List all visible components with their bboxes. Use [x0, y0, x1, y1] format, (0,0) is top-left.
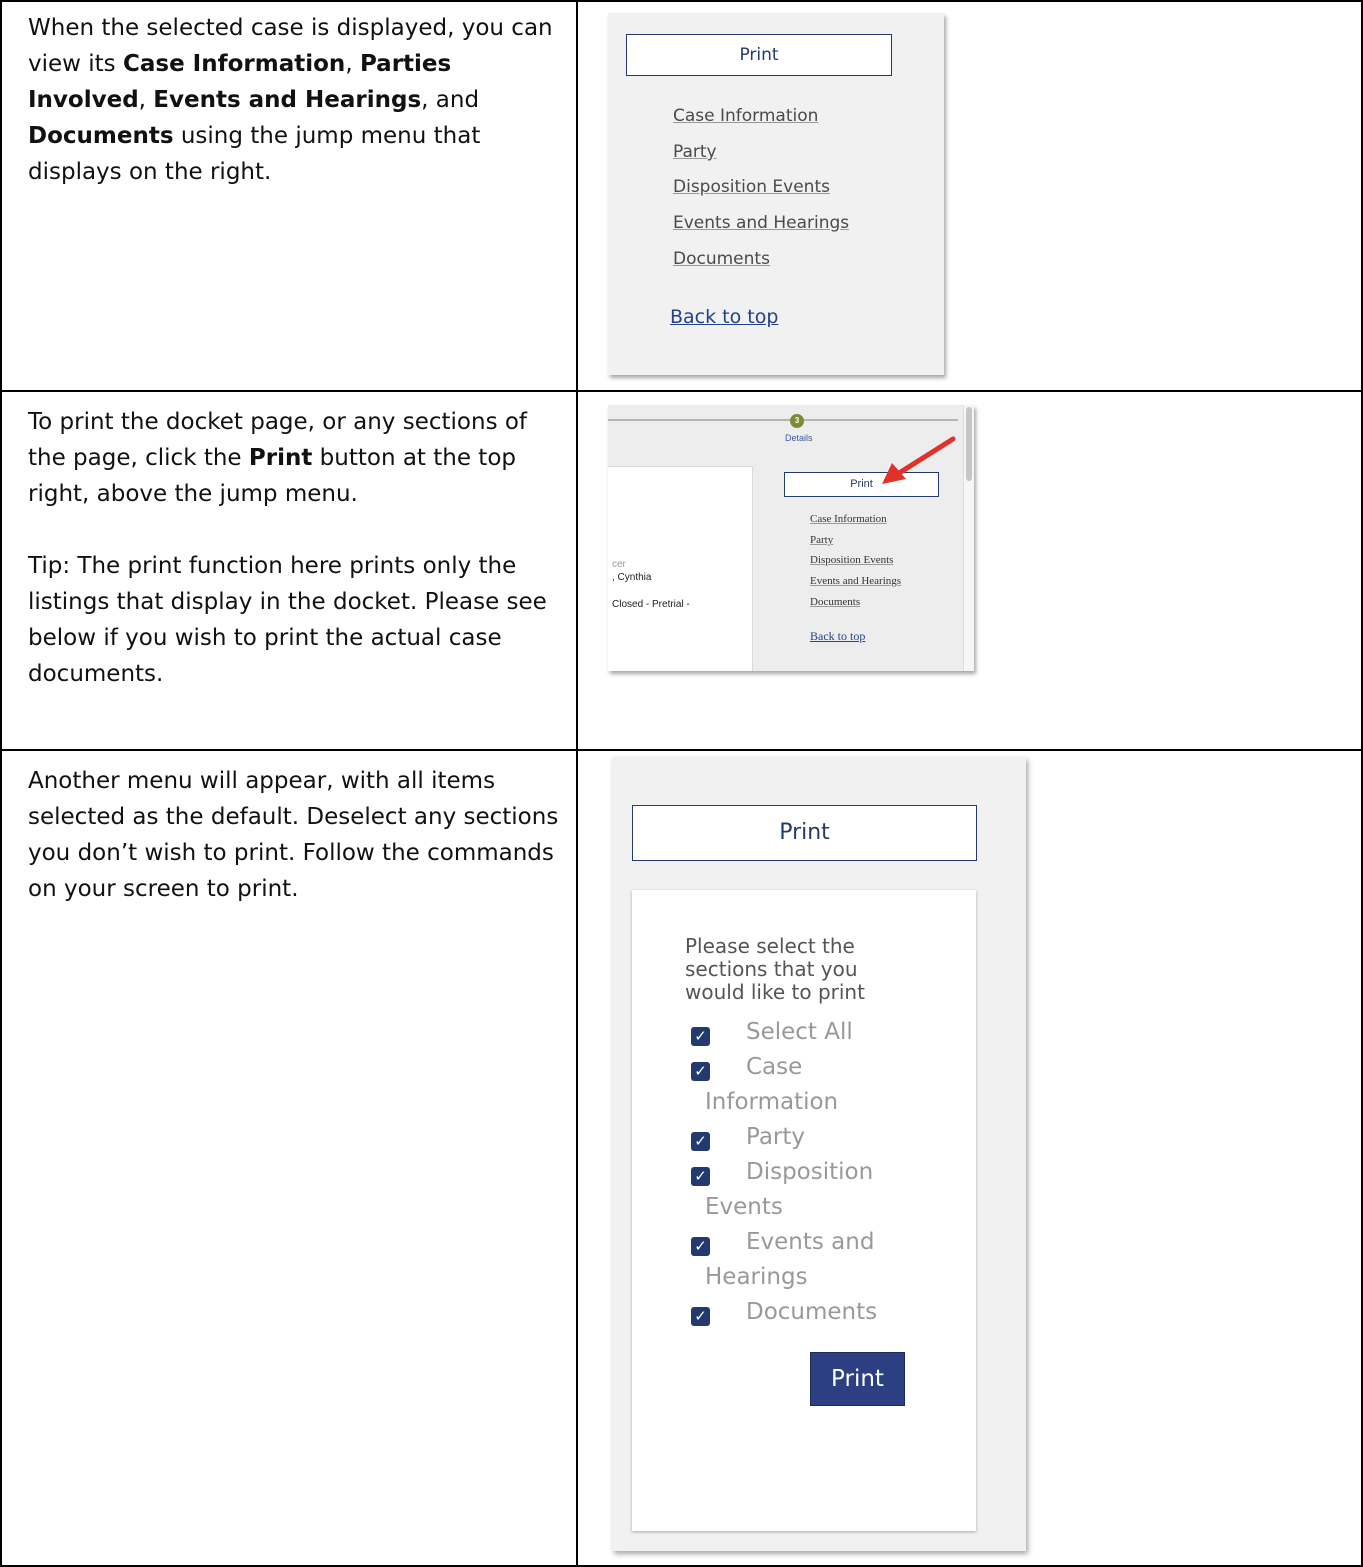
jump-link-party[interactable]: Party — [810, 534, 833, 546]
bold-term: Documents — [28, 123, 174, 149]
checkbox-checked-icon[interactable]: ✓ — [691, 1167, 710, 1186]
option-documents[interactable]: ✓ Documents — [685, 1295, 877, 1330]
jump-link-disposition-events[interactable]: Disposition Events — [673, 177, 830, 197]
red-arrow-icon — [882, 436, 956, 484]
print-button[interactable]: Print — [626, 34, 892, 76]
bold-term: Print — [248, 445, 313, 471]
option-wrap: Information — [705, 1089, 839, 1115]
jump-link-party[interactable]: Party — [673, 142, 717, 162]
row1-instruction: When the selected case is displayed, you… — [28, 15, 553, 185]
print-button-screenshot: 3 Details cer , Cynthia Closed - Pretria… — [608, 405, 974, 671]
case-card-partial: cer , Cynthia Closed - Pretrial - — [608, 466, 753, 671]
partial-text: cer — [612, 559, 626, 570]
step-label: Details — [785, 433, 813, 443]
jump-link-disposition-events[interactable]: Disposition Events — [810, 554, 893, 566]
option-events-hearings[interactable]: ✓ Events and — [685, 1225, 874, 1260]
jump-link-documents[interactable]: Documents — [673, 249, 770, 269]
scrollbar-thumb[interactable] — [966, 407, 972, 481]
step-indicator: 3 — [790, 414, 804, 428]
jump-link-documents[interactable]: Documents — [810, 596, 860, 608]
jump-menu-screenshot: Print Case Information Party Disposition… — [608, 13, 944, 375]
table-border-left — [0, 0, 2, 1567]
table-border-top — [0, 0, 1363, 2]
row2-instruction: To print the docket page, or any section… — [28, 404, 568, 692]
tip-text: Tip: The print function here prints only… — [28, 553, 547, 687]
print-button[interactable]: Print — [632, 805, 977, 861]
table-row-divider — [0, 749, 1363, 751]
checkbox-checked-icon[interactable]: ✓ — [691, 1237, 710, 1256]
bold-term: Case Information — [122, 51, 346, 77]
row3-instruction: Another menu will appear, with all items… — [28, 768, 559, 902]
checkbox-checked-icon[interactable]: ✓ — [691, 1027, 710, 1046]
jump-link-events-hearings[interactable]: Events and Hearings — [810, 575, 901, 587]
table-row-divider — [0, 390, 1363, 392]
print-submit-button[interactable]: Print — [810, 1352, 905, 1406]
checkbox-checked-icon[interactable]: ✓ — [691, 1307, 710, 1326]
checkbox-checked-icon[interactable]: ✓ — [691, 1062, 710, 1081]
partial-text: , Cynthia — [612, 572, 652, 583]
option-case-information[interactable]: ✓ Case — [685, 1050, 802, 1085]
option-wrap: Events — [705, 1194, 783, 1220]
option-select-all[interactable]: ✓ Select All — [685, 1015, 853, 1050]
jump-link-case-information[interactable]: Case Information — [673, 106, 818, 126]
option-wrap: Hearings — [705, 1264, 808, 1290]
print-options-screenshot: Print Please select the sections that yo… — [612, 757, 1026, 1551]
scrollbar[interactable] — [963, 405, 974, 671]
table-column-divider — [576, 0, 578, 1567]
print-prompt: Please select the sections that you woul… — [685, 934, 865, 1004]
jump-link-case-information[interactable]: Case Information — [810, 513, 887, 525]
bold-term: Events and Hearings — [153, 87, 422, 113]
checkbox-checked-icon[interactable]: ✓ — [691, 1132, 710, 1151]
back-to-top-link[interactable]: Back to top — [670, 306, 778, 328]
progress-track — [608, 419, 958, 421]
partial-text: Closed - Pretrial - — [612, 599, 690, 610]
back-to-top-link[interactable]: Back to top — [810, 629, 865, 644]
option-disposition-events[interactable]: ✓ Disposition — [685, 1155, 873, 1190]
jump-link-events-hearings[interactable]: Events and Hearings — [673, 213, 849, 233]
option-party[interactable]: ✓ Party — [685, 1120, 805, 1155]
